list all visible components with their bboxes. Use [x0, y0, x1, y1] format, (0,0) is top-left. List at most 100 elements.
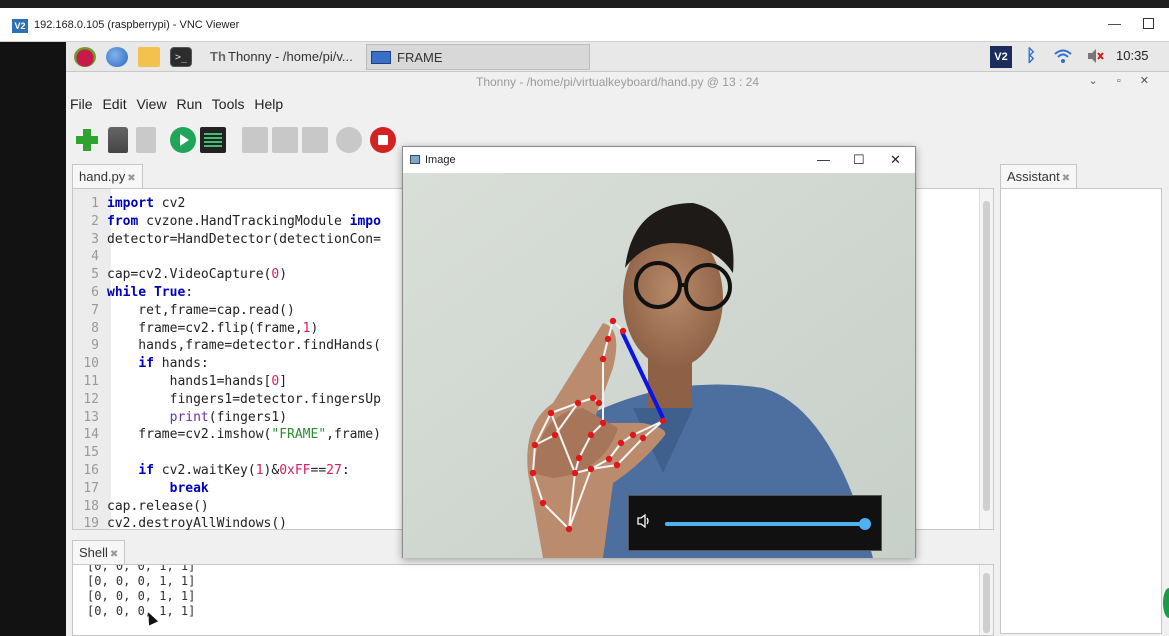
- tab-shell-label: Shell: [79, 545, 108, 560]
- code-token: ==: [310, 462, 327, 478]
- code-line: 2 from cvzone.HandTrackingModule impo: [73, 213, 381, 231]
- volume-slider-track[interactable]: [665, 518, 871, 530]
- hand-landmark-point: [609, 317, 617, 325]
- volume-slider-knob[interactable]: [858, 518, 871, 530]
- code-line: 8 frame=cv2.flip(frame,1): [73, 320, 381, 338]
- step-into-icon[interactable]: [272, 127, 298, 153]
- code-token: "FRAME": [271, 427, 327, 443]
- bluetooth-icon[interactable]: ᛒ: [1026, 46, 1036, 66]
- tab-assistant[interactable]: Assistant ✖: [1000, 164, 1078, 188]
- code-token: cv2.destroyAllWindows(): [107, 516, 288, 532]
- code-line: 11 hands1=hands[0]: [73, 373, 381, 391]
- close-assistant-icon[interactable]: ✖: [1062, 173, 1070, 184]
- code-token: fingers1=detector.fingersUp: [107, 391, 381, 407]
- close-icon[interactable]: ✕: [890, 152, 901, 168]
- run-icon[interactable]: [170, 127, 196, 153]
- close-tab-icon[interactable]: ✖: [127, 173, 135, 184]
- hand-landmark-point: [529, 469, 537, 477]
- debug-icon[interactable]: [200, 127, 226, 153]
- new-file-icon[interactable]: [74, 127, 100, 153]
- raspberry-menu-icon[interactable]: [74, 47, 96, 67]
- screen: V2 192.168.0.105 (raspberrypi) - VNC Vie…: [0, 0, 1169, 636]
- shell-panel[interactable]: [0, 0, 0, 1, 1] [0, 0, 0, 1, 1] [0, 0, 0…: [72, 564, 994, 636]
- file-manager-icon[interactable]: [138, 47, 160, 67]
- thonny-icon: Th: [210, 49, 226, 64]
- vnc-minimize-icon[interactable]: —: [1108, 16, 1121, 31]
- code-token: ): [310, 320, 319, 336]
- taskbar-frame-button[interactable]: FRAME: [366, 44, 590, 70]
- code-token: if: [138, 356, 154, 372]
- hand-landmark-point: [599, 419, 607, 427]
- menu-view[interactable]: View: [136, 96, 166, 112]
- tray-vnc-icon[interactable]: V2: [990, 46, 1012, 68]
- line-number: 12: [83, 391, 99, 407]
- volume-muted-icon[interactable]: [1086, 48, 1104, 67]
- step-over-icon[interactable]: [242, 127, 268, 153]
- code-token: ,frame): [326, 427, 381, 443]
- code-line: 16 if cv2.waitKey(1)&0xFF==27:: [73, 462, 381, 480]
- step-out-icon[interactable]: [302, 127, 328, 153]
- menu-run[interactable]: Run: [176, 96, 202, 112]
- tab-shell[interactable]: Shell ✖: [72, 540, 126, 564]
- image-window-titlebar[interactable]: Image — ☐ ✕: [403, 147, 915, 173]
- shell-scrollbar[interactable]: [979, 565, 993, 635]
- line-number: 8: [91, 320, 99, 336]
- code-line: 1 import cv2: [73, 195, 381, 213]
- tab-hand-py[interactable]: hand.py ✖: [72, 164, 143, 188]
- image-window-icon: [410, 155, 420, 164]
- code-token: ]: [279, 373, 288, 389]
- wifi-icon[interactable]: [1054, 48, 1072, 69]
- vnc-maximize-icon[interactable]: [1143, 18, 1154, 29]
- hand-landmark-point: [617, 439, 625, 447]
- hand-landmark-point: [599, 355, 607, 363]
- line-number: 5: [91, 267, 99, 283]
- hand-landmark-point: [574, 399, 582, 407]
- shell-line: [0, 0, 0, 1, 1]: [87, 564, 196, 573]
- hand-landmark-point: [531, 441, 539, 449]
- thonny-window-controls[interactable]: ⌄ ▫ ✕: [1089, 74, 1157, 87]
- resume-icon[interactable]: [336, 127, 362, 153]
- image-window-title: Image: [425, 154, 456, 166]
- taskbar-thonny-button[interactable]: Th Thonny - /home/pi/v...: [204, 44, 364, 70]
- maximize-icon[interactable]: ☐: [853, 152, 865, 168]
- editor-scrollbar[interactable]: [979, 189, 993, 529]
- vnc-titlebar: V2 192.168.0.105 (raspberrypi) - VNC Vie…: [0, 8, 1169, 42]
- hand-landmark-point: [551, 431, 559, 439]
- code-token: break: [169, 480, 209, 496]
- code-line: 12 fingers1=detector.fingersUp: [73, 391, 381, 409]
- menu-tools[interactable]: Tools: [212, 96, 245, 112]
- toolbar: [74, 124, 414, 158]
- code-lines: 1 import cv2 2 from cvzone.HandTrackingModu…: [73, 195, 381, 533]
- terminal-icon[interactable]: >_: [170, 47, 192, 67]
- code-token: if: [138, 462, 154, 478]
- open-file-icon[interactable]: [108, 127, 128, 153]
- web-browser-icon[interactable]: [106, 47, 128, 67]
- minimize-icon[interactable]: —: [817, 152, 830, 167]
- line-number: 11: [83, 373, 99, 389]
- line-number: 9: [91, 338, 99, 354]
- code-line: 19 cv2.destroyAllWindows(): [73, 515, 381, 533]
- shell-line: [0, 0, 0, 1, 1]: [87, 589, 196, 603]
- stop-icon[interactable]: [370, 127, 396, 153]
- menu-file[interactable]: File: [70, 96, 93, 112]
- code-token: 1: [302, 320, 311, 336]
- code-line: 9 hands,frame=detector.findHands(: [73, 337, 381, 355]
- code-line: 7 ret,frame=cap.read(): [73, 302, 381, 320]
- line-number: 6: [91, 284, 99, 300]
- save-file-icon[interactable]: [136, 127, 156, 153]
- code-token: hands,frame=detector.findHands(: [107, 338, 381, 354]
- code-token: cv2: [153, 196, 186, 211]
- close-shell-icon[interactable]: ✖: [110, 549, 118, 560]
- code-token: cvzone.HandTrackingModule: [138, 213, 350, 229]
- code-line: 17 break: [73, 480, 381, 498]
- menu-help[interactable]: Help: [254, 96, 283, 112]
- code-token: (fingers1): [208, 409, 288, 425]
- menu-edit[interactable]: Edit: [102, 96, 126, 112]
- menubar: File Edit View Run Tools Help: [70, 96, 289, 118]
- code-line: 5 cap=cv2.VideoCapture(0): [73, 266, 381, 284]
- code-token: frame=cv2.flip(frame,: [107, 320, 303, 336]
- line-number: 7: [91, 302, 99, 318]
- hand-skeleton-line: [550, 412, 576, 474]
